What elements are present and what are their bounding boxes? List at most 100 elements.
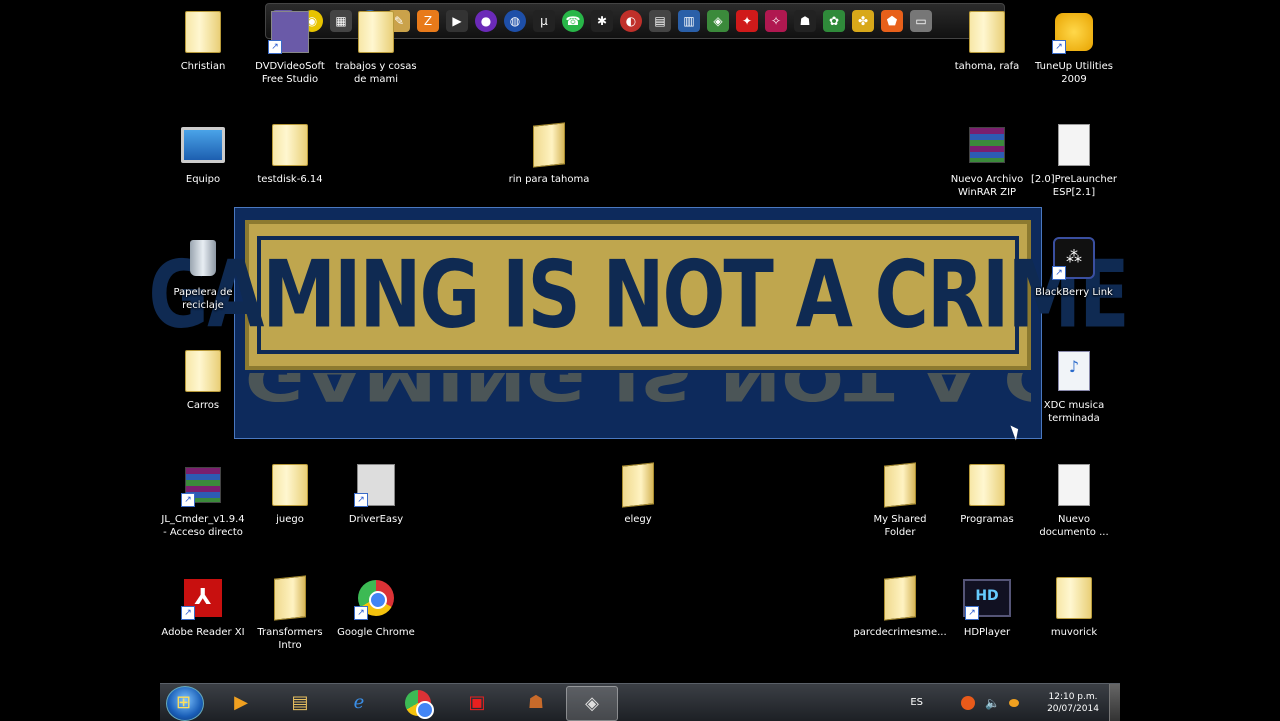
icon-label: XDC musica terminada <box>1043 400 1105 424</box>
icon-label: muvorick <box>1050 627 1098 638</box>
desktop-icon-carros[interactable]: Carros <box>160 347 246 412</box>
folder-icon <box>272 464 308 506</box>
volume-icon[interactable]: 🔈 <box>985 696 1000 710</box>
folder-icon <box>1056 577 1092 619</box>
desktop-icon-google-chrome[interactable]: ↗ Google Chrome <box>333 574 419 639</box>
mp3-file-icon: ♪ <box>1058 351 1090 391</box>
desktop-icon-jl-cmder[interactable]: ↗ JL_Cmder_v1.9.4 - Acceso directo <box>160 461 246 539</box>
dragon-icon[interactable]: ✧ <box>765 10 787 32</box>
globe-icon[interactable]: ◍ <box>504 10 526 32</box>
desktop-icon-testdisk[interactable]: testdisk-6.14 <box>247 121 333 186</box>
desktop-icon-dvdvideosoft[interactable]: ↗ DVDVideoSoft Free Studio <box>247 8 333 86</box>
start-button[interactable] <box>166 686 204 721</box>
media-player-icon[interactable]: ▶ <box>216 686 266 719</box>
shortcut-arrow-icon: ↗ <box>1052 266 1066 280</box>
shortcut-arrow-icon: ↗ <box>268 40 282 54</box>
desktop-icon-rin-para-tahoma[interactable]: rin para tahoma <box>506 121 592 186</box>
icon-label: JL_Cmder_v1.9.4 - Acceso directo <box>161 514 245 538</box>
nvidia-icon[interactable]: ◈ <box>707 10 729 32</box>
desktop-icon-blackberry[interactable]: ⁂ ↗ BlackBerry Link <box>1031 234 1117 299</box>
chrome-icon <box>405 689 434 719</box>
desktop-icon-prelauncher[interactable]: [2.0]PreLauncher ESP[2.1] <box>1031 121 1117 199</box>
icon-label: DriverEasy <box>348 514 404 525</box>
game-character-icon[interactable]: ☗ <box>511 686 561 719</box>
icon-label: rin para tahoma <box>508 174 590 185</box>
network-icon[interactable] <box>1009 698 1019 707</box>
taskbar: ▶ ▤ ℯ ▣ ☗ ◈ ES 🔈 12:10 p.m. 20/07/2014 <box>160 683 1120 721</box>
shortcut-arrow-icon: ↗ <box>181 606 195 620</box>
desktop-icon-winrar-zip[interactable]: Nuevo Archivo WinRAR ZIP <box>944 121 1030 199</box>
computer-icon <box>181 127 225 163</box>
desktop-icon-nuevo-documento[interactable]: Nuevo documento ... <box>1031 461 1117 539</box>
shield-icon[interactable]: ⬟ <box>881 10 903 32</box>
desktop-icon-trabajos[interactable]: trabajos y cosas de mami <box>333 8 419 86</box>
gta-icon[interactable]: ▤ <box>649 10 671 32</box>
orb-icon[interactable]: ● <box>475 10 497 32</box>
desktop-icon-parcdecrimes[interactable]: parcdecrimesme... <box>853 574 947 639</box>
spider-icon[interactable]: ✱ <box>591 10 613 32</box>
system-tray: ES 🔈 12:10 p.m. 20/07/2014 <box>910 684 1120 721</box>
game-icon[interactable]: ◐ <box>620 10 642 32</box>
internet-explorer-icon[interactable]: ℯ <box>334 686 384 719</box>
desktop-icon-transformers[interactable]: Transformers Intro <box>247 574 333 652</box>
desktop-icon-my-shared-folder[interactable]: My Shared Folder <box>857 461 943 539</box>
icon-label: Equipo <box>185 174 221 185</box>
icon-label: testdisk-6.14 <box>257 174 323 185</box>
clock-date: 20/07/2014 <box>1047 703 1099 714</box>
desktop-icon-xdc-musica[interactable]: ♪ XDC musica terminada <box>1031 347 1117 425</box>
folder-icon <box>185 350 221 392</box>
clock[interactable]: 12:10 p.m. 20/07/2014 <box>1037 691 1109 715</box>
icon-label: BlackBerry Link <box>1035 287 1113 298</box>
clock-time: 12:10 p.m. <box>1048 691 1098 702</box>
desktop-icon-muvorick[interactable]: muvorick <box>1031 574 1117 639</box>
folder-icon <box>884 575 916 621</box>
utorrent-icon[interactable]: µ <box>533 10 555 32</box>
icon-label: TuneUp Utilities 2009 <box>1035 61 1113 85</box>
desktop-icon-hdplayer[interactable]: HD ↗ HDPlayer <box>944 574 1030 639</box>
scan-icon[interactable]: ✿ <box>823 10 845 32</box>
chrome-taskbar-icon[interactable] <box>393 686 443 719</box>
zone-icon[interactable]: Z <box>417 10 439 32</box>
language-indicator[interactable]: ES <box>910 697 923 708</box>
spy-icon[interactable]: ☗ <box>794 10 816 32</box>
desktop-icon-drivereasy[interactable]: ↗ DriverEasy <box>333 461 419 526</box>
banner-text: GAMING IS NOT A CRIME <box>148 241 1129 349</box>
red-icon[interactable]: ✦ <box>736 10 758 32</box>
explorer-icon[interactable]: ▤ <box>275 686 325 719</box>
desktop-icon-juego[interactable]: juego <box>247 461 333 526</box>
desktop-icon-equipo[interactable]: Equipo <box>160 121 246 186</box>
folder-icon <box>272 124 308 166</box>
gear-icon[interactable]: ✤ <box>852 10 874 32</box>
shortcut-arrow-icon: ↗ <box>181 493 195 507</box>
folder-icon <box>358 11 394 53</box>
folder-icon <box>622 462 654 508</box>
desktop-icon-tuneup[interactable]: ↗ TuneUp Utilities 2009 <box>1031 8 1117 86</box>
wallpaper-banner: GAMING IS NOT A CRIME GAMING IS NOT A CR… <box>148 207 1130 439</box>
game-app-icon[interactable]: ◈ <box>566 686 618 721</box>
icon-label: Papelera de reciclaje <box>173 287 233 311</box>
desktop-icon-programas[interactable]: Programas <box>944 461 1030 526</box>
notification-icon[interactable] <box>961 695 975 710</box>
kmplayer-icon[interactable]: ▣ <box>452 686 502 719</box>
winrar-icon <box>969 127 1005 163</box>
recycle-bin-icon <box>190 240 216 276</box>
folder-icon <box>533 122 565 168</box>
desktop-icon-tahoma-rafa[interactable]: tahoma, rafa <box>944 8 1030 73</box>
net-icon[interactable]: ▥ <box>678 10 700 32</box>
show-desktop-button[interactable] <box>1109 684 1120 721</box>
desktop-icon-adobe-reader[interactable]: ⅄ ↗ Adobe Reader XI <box>160 574 246 639</box>
icon-label: My Shared Folder <box>873 514 927 538</box>
desktop-icon-papelera[interactable]: Papelera de reciclaje <box>160 234 246 312</box>
media-icon[interactable]: ▶ <box>446 10 468 32</box>
shortcut-arrow-icon: ↗ <box>965 606 979 620</box>
line-icon[interactable]: ☎ <box>562 10 584 32</box>
desktop-icon-elegy[interactable]: elegy <box>595 461 681 526</box>
desktop-icon-christian[interactable]: Christian <box>160 8 246 73</box>
icon-label: trabajos y cosas de mami <box>335 61 417 85</box>
shortcut-arrow-icon: ↗ <box>354 606 368 620</box>
folder-icon <box>884 462 916 508</box>
drive-icon[interactable]: ▭ <box>910 10 932 32</box>
icon-label: parcdecrimesme... <box>853 627 947 638</box>
icon-label: DVDVideoSoft Free Studio <box>255 61 325 85</box>
folder-icon <box>969 464 1005 506</box>
